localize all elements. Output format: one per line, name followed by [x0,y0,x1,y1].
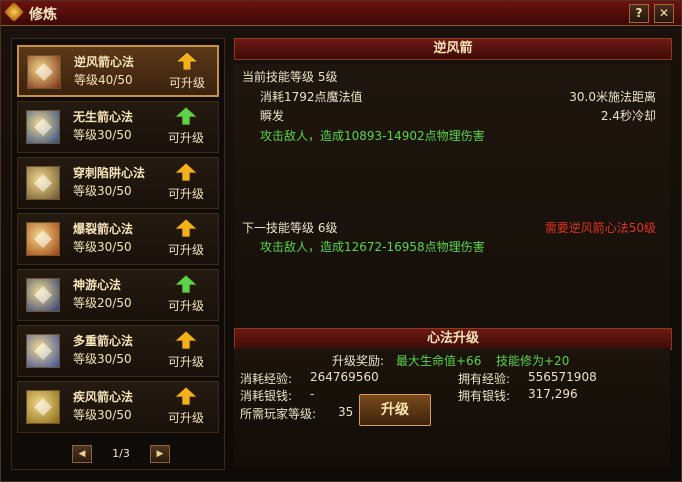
skill-list-panel: 逆风箭心法 等级40/50 可升级 无生箭心法 等级30/50 可升级 穿刺陷阱心法 等级30… [11,38,225,470]
upgrade-section-title: 心法升级 [234,328,672,350]
upgradable-status: 可升级 [168,187,205,201]
level-requirement: 需要逆风箭心法50级 [544,221,656,235]
skill-item[interactable]: 无生箭心法等级30/50 可升级 [17,101,219,153]
up-arrow-gold-icon [175,163,197,181]
upgradable-status: 可升级 [168,299,205,313]
window-title: 修炼 [29,7,57,23]
skill-name: 疾风箭心法 [73,390,134,404]
exp-cost-label: 消耗经验: [240,372,293,386]
upgrade-section: 升级奖励: 最大生命值+66 技能修为+20 消耗经验: 264769560 拥… [234,348,670,468]
prev-page-button[interactable]: ◀ [72,445,92,463]
upgradable-status: 可升级 [168,355,205,369]
upgradable-status: 可升级 [169,76,206,90]
skill-name: 无生箭心法 [73,110,134,124]
silver-own-label: 拥有银钱: [458,389,511,403]
skill-item[interactable]: 爆裂箭心法等级30/50 可升级 [17,213,219,265]
wander-skill-icon [26,278,60,312]
up-arrow-gold-icon [175,219,197,237]
upgradable-status: 可升级 [168,243,205,257]
silver-cost-value: - [310,387,315,401]
explosion-skill-icon [26,222,60,256]
silver-cost-label: 消耗银钱: [240,389,293,403]
cast-type: 瞬发 [260,109,285,123]
upgrade-button[interactable]: 升级 [359,394,431,426]
skill-level: 等级30/50 [73,128,132,142]
skill-level: 等级30/50 [73,240,132,254]
up-arrow-gold-icon [176,52,198,70]
pagination: ◀ 1/3 ▶ [72,445,170,463]
skill-name: 神游心法 [73,278,122,292]
blue-arrow-skill-icon [26,110,60,144]
close-button[interactable]: ✕ [654,4,674,23]
exp-own-value: 556571908 [528,370,597,384]
cast-range: 30.0米施法距离 [569,90,656,104]
skill-item[interactable]: 多重箭心法等级30/50 可升级 [17,325,219,377]
trap-skill-icon [26,166,60,200]
skill-detail-body: 当前技能等级 5级 消耗1792点魔法值 30.0米施法距离 瞬发 2.4秒冷却… [234,64,670,328]
skill-item[interactable]: 疾风箭心法等级30/50 可升级 [17,381,219,433]
current-effect: 攻击敌人，造成10893-14902点物理伤害 [260,129,485,143]
reward-label: 升级奖励: [332,354,385,368]
up-arrow-green-icon [175,107,197,125]
skill-level: 等级40/50 [74,73,133,87]
gale-arrow-skill-icon [26,390,60,424]
skill-item[interactable]: 逆风箭心法等级40/50 可升级 [17,45,219,97]
current-level-label: 当前技能等级 5级 [242,70,338,84]
skill-name: 爆裂箭心法 [73,222,134,236]
upgradable-status: 可升级 [168,411,205,425]
arrow-skill-icon [27,55,61,89]
player-level-value: 35 [338,405,354,419]
next-effect: 攻击敌人，造成12672-16958点物理伤害 [260,240,485,254]
skill-level: 等级20/50 [73,296,132,310]
reward-hp: 最大生命值+66 [396,354,482,368]
skill-title: 逆风箭 [234,38,672,60]
title-bar[interactable]: 修炼 ? ✕ [1,1,681,26]
skill-name: 多重箭心法 [73,334,134,348]
upgradable-status: 可升级 [168,131,205,145]
skill-item[interactable]: 穿刺陷阱心法 等级30/50 可升级 [17,157,219,209]
player-level-label: 所需玩家等级: [240,407,317,421]
skill-level: 等级30/50 [73,184,132,198]
page-indicator: 1/3 [112,447,130,460]
skill-level: 等级30/50 [73,408,132,422]
mana-cost: 消耗1792点魔法值 [260,90,363,104]
help-button[interactable]: ? [629,4,649,23]
multi-arrow-skill-icon [26,334,60,368]
next-level-label: 下一技能等级 6级 [242,221,338,235]
up-arrow-gold-icon [175,331,197,349]
silver-own-value: 317,296 [528,387,578,401]
title-emblem-icon [4,2,24,22]
exp-cost-value: 264769560 [310,370,379,384]
skill-detail-panel: 逆风箭 当前技能等级 5级 消耗1792点魔法值 30.0米施法距离 瞬发 2.… [234,38,674,470]
skill-name: 逆风箭心法 [74,55,135,69]
skill-item[interactable]: 神游心法等级20/50 可升级 [17,269,219,321]
up-arrow-gold-icon [175,387,197,405]
next-page-button[interactable]: ▶ [150,445,170,463]
up-arrow-green-icon [175,275,197,293]
reward-cultivation: 技能修为+20 [496,354,570,368]
cultivation-window: 修炼 ? ✕ 逆风箭心法 等级40/50 可升级 无生箭心法 等级30/50 可升级 穿刺陷… [0,0,682,482]
skill-name: 穿刺陷阱心法 [73,166,146,180]
exp-own-label: 拥有经验: [458,372,511,386]
skill-level: 等级30/50 [73,352,132,366]
cooldown: 2.4秒冷却 [600,109,656,123]
